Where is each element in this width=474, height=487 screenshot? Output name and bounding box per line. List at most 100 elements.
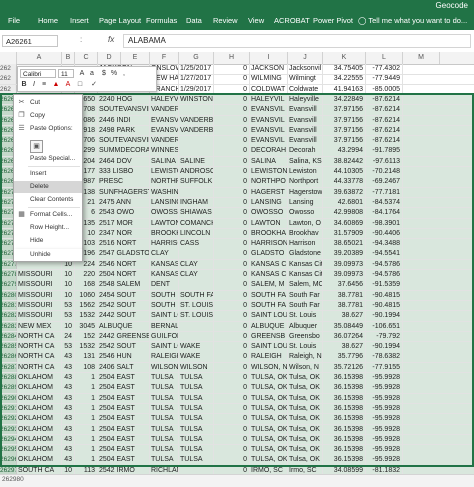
- cell-a[interactable]: MISSOURI: [17, 270, 62, 280]
- cell-g[interactable]: 0: [214, 331, 250, 342]
- cell-h[interactable]: HARRISON: [250, 239, 288, 249]
- row-number[interactable]: 26297: [0, 465, 17, 474]
- cell-b[interactable]: 43: [62, 403, 75, 414]
- cell-e[interactable]: DENT: [150, 280, 179, 290]
- cell-d[interactable]: 2454 SOUT: [98, 290, 150, 301]
- tab-review[interactable]: Review: [213, 11, 238, 30]
- cell-b[interactable]: 10: [62, 321, 75, 332]
- row-number[interactable]: 26296: [0, 455, 17, 465]
- cell-d[interactable]: 2442 GREENSB: [98, 331, 150, 342]
- cell-e[interactable]: RALEIGH: [150, 352, 179, 362]
- cell-k[interactable]: -87.6214: [366, 125, 403, 136]
- cell-i[interactable]: Coldwate: [288, 84, 323, 95]
- cell-h[interactable]: KANSAS C: [250, 259, 288, 270]
- cell-f[interactable]: TULSA: [179, 373, 214, 383]
- cell-i[interactable]: Tulsa, OK: [288, 383, 323, 393]
- cell-i[interactable]: Hagerstow: [288, 187, 323, 198]
- cell-f[interactable]: SOUTH FA: [179, 290, 214, 301]
- cell-k[interactable]: -78.6382: [366, 352, 403, 362]
- decrease-font-icon[interactable]: a: [88, 69, 96, 78]
- cell-k[interactable]: -79.792: [366, 331, 403, 342]
- cell-d[interactable]: 2542 SOUT: [98, 342, 150, 352]
- cell-c[interactable]: 1060: [75, 290, 98, 301]
- cell-a[interactable]: MISSOURI: [17, 290, 62, 301]
- column-header-m[interactable]: M: [403, 52, 440, 64]
- tab-view[interactable]: View: [248, 11, 264, 30]
- tab-home[interactable]: Home: [38, 11, 58, 30]
- cell-b[interactable]: 43: [62, 455, 75, 465]
- cell-h[interactable]: KANSAS C: [250, 270, 288, 280]
- cell-g[interactable]: 0: [214, 311, 250, 321]
- cell-i[interactable]: Tulsa, OK: [288, 403, 323, 414]
- fx-icon[interactable]: fx: [108, 35, 114, 44]
- cell-f[interactable]: 1/29/2017: [179, 84, 214, 95]
- cell-d[interactable]: 2516 NORT: [98, 239, 150, 249]
- cell-e[interactable]: SAINT LOU: [150, 342, 179, 352]
- row-number[interactable]: 26281: [0, 300, 17, 311]
- cell-b[interactable]: 24: [62, 331, 75, 342]
- cell-g[interactable]: 0: [214, 146, 250, 156]
- table-row[interactable]: 26296 OKLAHOM 43 1 2504 EAST TULSA TULSA 0 TULSA…: [0, 455, 474, 466]
- cell-i[interactable]: Lansing: [288, 197, 323, 208]
- table-row[interactable]: 26281MISSOURI5315622542 SOUTSOUTH FAST. …: [0, 300, 474, 312]
- cell-e[interactable]: SOUTH FA: [150, 290, 179, 301]
- cell-g[interactable]: 0: [214, 445, 250, 455]
- cell-e[interactable]: TULSA: [150, 393, 179, 404]
- cell-d[interactable]: SOUTEVANSVIL: [98, 105, 150, 115]
- cell-h[interactable]: LANSING: [250, 197, 288, 208]
- cell-h[interactable]: WILMING: [250, 74, 288, 84]
- cell-a[interactable]: NORTH CA: [17, 362, 62, 373]
- cell-g[interactable]: 0: [214, 136, 250, 146]
- cell-f[interactable]: VANDERB: [179, 115, 214, 126]
- cell-k[interactable]: -90.4815: [366, 300, 403, 311]
- cell-g[interactable]: 0: [214, 362, 250, 373]
- cell-c[interactable]: 113: [75, 465, 98, 474]
- cell-h[interactable]: RALEIGH: [250, 352, 288, 362]
- cell-d[interactable]: SUMMDECORAH: [98, 146, 150, 156]
- cell-k[interactable]: -97.6113: [366, 156, 403, 167]
- cell-b[interactable]: 43: [62, 393, 75, 404]
- cell-i[interactable]: Wilson, N: [288, 362, 323, 373]
- cell-a[interactable]: NEW MEX: [17, 321, 62, 332]
- cell-h[interactable]: GLADSTO: [250, 249, 288, 259]
- cell-j[interactable]: 43.2994: [323, 146, 366, 156]
- cell-i[interactable]: Salem, MO: [288, 280, 323, 290]
- cell-k[interactable]: -91.7895: [366, 146, 403, 156]
- cell-e[interactable]: TULSA: [150, 414, 179, 424]
- cell-f[interactable]: [179, 465, 214, 474]
- cell-e[interactable]: TULSA: [150, 445, 179, 455]
- cell-h[interactable]: TULSA, OK: [250, 455, 288, 465]
- cell-d[interactable]: 2498 PARK: [98, 125, 150, 136]
- cell-k[interactable]: -87.6214: [366, 105, 403, 115]
- cell-h[interactable]: SAINT LOU: [250, 311, 288, 321]
- menu-paste-special[interactable]: Paste Special...: [14, 153, 82, 165]
- cell-k[interactable]: -95.9928: [366, 403, 403, 414]
- cell-a[interactable]: OKLAHOM: [17, 424, 62, 435]
- table-row[interactable]: 26280MISSOURI1010602454 SOUTSOUTH FASOUT…: [0, 290, 474, 302]
- cell-e[interactable]: TULSA: [150, 455, 179, 465]
- cell-e[interactable]: VANDERB: [150, 136, 179, 146]
- cell-f[interactable]: COMANCH: [179, 218, 214, 229]
- cell-c[interactable]: 1: [75, 414, 98, 424]
- row-number[interactable]: 26282: [0, 311, 17, 321]
- cell-d[interactable]: 2504 EAST: [98, 434, 150, 445]
- cell-j[interactable]: 35.7796: [323, 352, 366, 362]
- cell-h[interactable]: OWOSSO: [250, 208, 288, 218]
- cell-j[interactable]: 37.97156: [323, 115, 366, 126]
- cell-g[interactable]: 0: [214, 115, 250, 126]
- cell-j[interactable]: 38.7781: [323, 300, 366, 311]
- cell-k[interactable]: -94.5541: [366, 249, 403, 259]
- row-number[interactable]: 26290: [0, 393, 17, 404]
- cell-k[interactable]: -95.9928: [366, 424, 403, 435]
- cell-j[interactable]: 36.15398: [323, 383, 366, 393]
- cell-f[interactable]: [179, 146, 214, 156]
- column-header-e[interactable]: E: [121, 52, 150, 64]
- cell-g[interactable]: 0: [214, 94, 250, 105]
- cell-i[interactable]: St. Louis: [288, 311, 323, 321]
- cell-i[interactable]: St. Louis: [288, 342, 323, 352]
- column-header-g[interactable]: G: [179, 52, 214, 64]
- column-header-i[interactable]: I: [250, 52, 288, 64]
- menu-unhide[interactable]: Unhide: [13, 249, 83, 262]
- cell-d[interactable]: 2504 NORT: [98, 270, 150, 280]
- cell-g[interactable]: 0: [214, 373, 250, 383]
